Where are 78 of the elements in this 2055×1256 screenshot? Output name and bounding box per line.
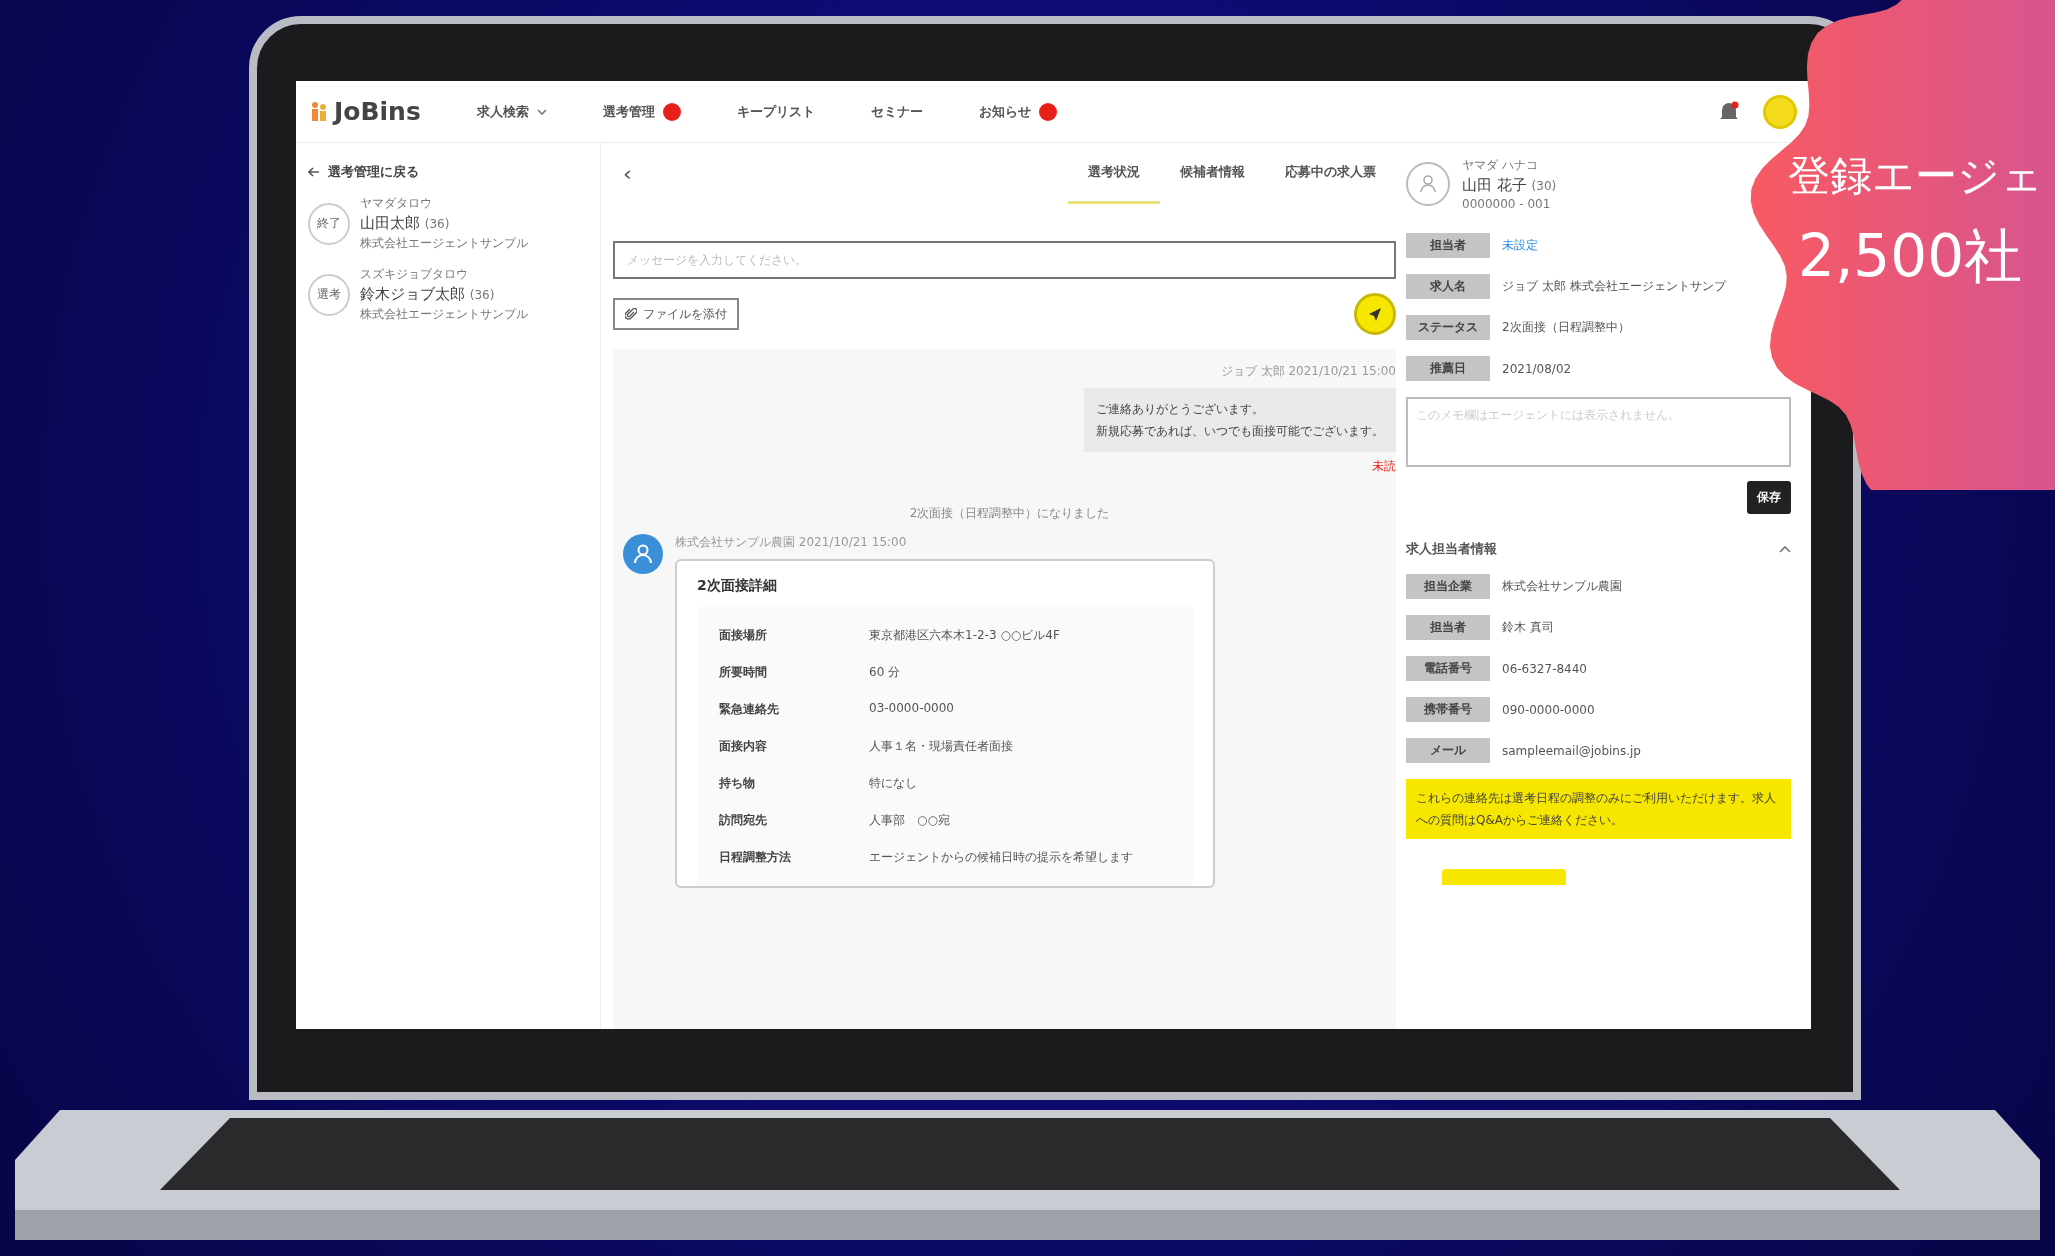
tab[interactable]: 候補者情報 [1160, 162, 1265, 204]
name-kana: ヤマダ ハナコ [1462, 157, 1539, 174]
notification-dot [1038, 102, 1057, 121]
chevron-icon[interactable] [1779, 545, 1791, 553]
field-value: 2021/08/02 [1502, 361, 1572, 376]
field-value: 06-6327-8440 [1502, 661, 1587, 676]
logo-text: JoBins [334, 97, 421, 126]
message-meta: ジョブ 太郎 2021/10/21 15:00 [1220, 363, 1396, 380]
detail-label: 日程調整方法 [719, 849, 792, 866]
section-title: 求人担当者情報 [1406, 540, 1497, 558]
field-label: メール [1406, 738, 1490, 763]
logo[interactable]: JoBins [310, 97, 421, 126]
field-value[interactable]: 未設定 [1502, 237, 1538, 254]
candidate-id: 0000000 - 001 [1462, 197, 1552, 211]
detail-value: エージェントからの候補日時の提示を希望します [869, 849, 1134, 866]
send-button[interactable] [1354, 293, 1396, 335]
nav-link[interactable]: セミナー [870, 102, 923, 121]
left-arrow-icon [308, 167, 320, 177]
field-label: 担当企業 [1406, 574, 1490, 599]
field-label: 推薦日 [1406, 356, 1490, 381]
card-title: 2次面接詳細 [697, 577, 778, 595]
back-chevron[interactable]: ‹ [623, 160, 632, 186]
detail-value: 60 分 [869, 664, 902, 681]
caret-icon [536, 108, 547, 115]
detail-value: 人事１名・現場責任者面接 [869, 738, 1014, 755]
field-label: 携帯番号 [1406, 697, 1490, 722]
nav-link[interactable]: 選考管理 [602, 102, 681, 121]
status-circle: 選考 [308, 273, 350, 316]
candidate-name[interactable]: 鈴木ジョブ太郎 (36) [360, 285, 528, 304]
detail-value: 人事部 ○○宛 [869, 812, 951, 829]
promo-number: 2,500社 [1798, 221, 2024, 292]
detail-value: 東京都港区六本木1-2-3 ○○ビル4F [869, 627, 1061, 644]
back-link[interactable]: 選考管理に戻る [308, 163, 588, 181]
paperclip-icon [625, 307, 637, 321]
promo-text: 登録エージェ [1788, 150, 2043, 202]
detail-value: 03-0000-0000 [869, 701, 955, 717]
name-kana: ヤマダタロウ [360, 195, 433, 212]
field-label: 担当者 [1406, 233, 1490, 258]
logo-figures-icon [310, 100, 328, 123]
candidate-name[interactable]: 山田太郎 (36) [360, 214, 528, 233]
detail-label: 緊急連絡先 [719, 701, 780, 718]
detail-label: 面接内容 [719, 738, 768, 755]
nav-link[interactable]: 求人検索 [476, 102, 547, 121]
detail-label: 所要時間 [719, 664, 768, 681]
notification-dot [662, 102, 681, 121]
detail-label: 持ち物 [719, 775, 756, 792]
nav-link[interactable]: お知らせ [978, 102, 1057, 121]
field-value: 株式会社サンプル農園 [1502, 578, 1622, 595]
notice-text: これらの連絡先は選考日程の調整のみにご利用いただけます。求人への質問はQ&Aからご連絡ください。 [1406, 779, 1791, 839]
field-label: ステータス [1406, 315, 1490, 340]
field-value: 2次面接（日程調整中） [1502, 319, 1630, 336]
unread-label: 未読 [1372, 458, 1396, 475]
send-icon [1367, 306, 1383, 322]
detail-label: 面接場所 [719, 627, 768, 644]
message-bubble: ご連絡ありがとうございます。 新規応募であれば、いつでも面接可能でございます。 [1084, 388, 1396, 452]
detail-value: 特になし [869, 775, 918, 792]
field-label: 担当者 [1406, 615, 1490, 640]
company-name: 株式会社エージェントサンプル [360, 306, 528, 323]
nav-link[interactable]: キープリスト [736, 102, 815, 121]
field-label: 電話番号 [1406, 656, 1490, 681]
system-message: 2次面接（日程調整中）になりました [909, 505, 1110, 522]
user-avatar-icon [623, 534, 663, 574]
tab[interactable]: 選考状況 [1068, 162, 1160, 204]
candidate-name: 山田 花子 (30) [1462, 176, 1557, 195]
field-label: 求人名 [1406, 274, 1490, 299]
tab[interactable]: 応募中の求人票 [1265, 162, 1396, 204]
field-value: 鈴木 真司 [1502, 619, 1554, 636]
save-button[interactable]: 保存 [1747, 481, 1791, 514]
status-circle: 終了 [308, 202, 350, 245]
company-name: 株式会社エージェントサンプル [360, 235, 528, 252]
message-meta: 株式会社サンプル農園 2021/10/21 15:00 [675, 534, 907, 551]
user-avatar-icon [1406, 162, 1450, 206]
field-value: ジョブ 太郎 株式会社エージェントサンプ [1502, 278, 1726, 295]
field-value: sampleemail@jobins.jp [1502, 743, 1641, 758]
attach-file-button[interactable]: ファイルを添付 [613, 298, 739, 330]
name-kana: スズキジョブタロウ [360, 266, 469, 283]
detail-label: 訪問宛先 [719, 812, 768, 829]
field-value: 090-0000-0000 [1502, 702, 1595, 717]
